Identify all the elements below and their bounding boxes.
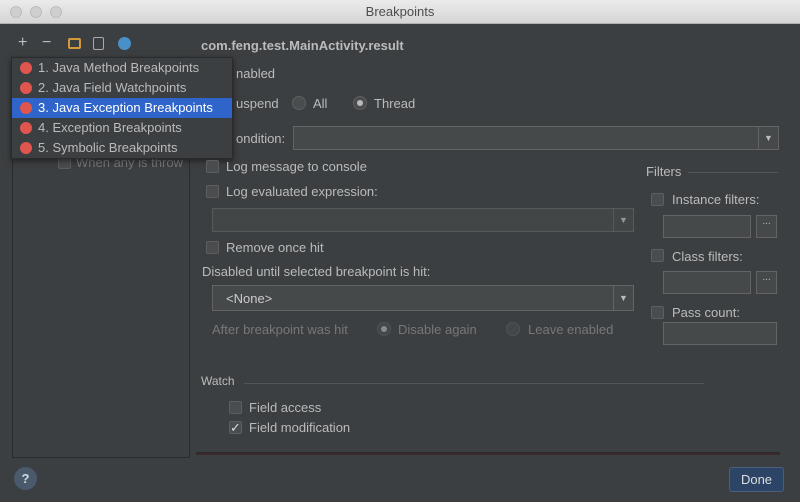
symbolic-breakpoint-icon [20,142,32,154]
disable-again-radio[interactable] [377,322,391,336]
popup-item-exception[interactable]: 4. Exception Breakpoints [12,118,232,138]
disable-again-label: Disable again [398,322,477,337]
pass-count-input[interactable] [663,322,777,345]
watch-label: Watch [201,374,235,388]
suspend-thread-radio[interactable] [353,96,367,110]
instance-filters-label: Instance filters: [672,192,759,207]
log-message-label: Log message to console [226,159,367,174]
leave-enabled-radio[interactable] [506,322,520,336]
field-access-checkbox[interactable] [229,401,242,414]
help-button[interactable]: ? [14,467,37,490]
add-breakpoint-popup: 1. Java Method Breakpoints 2. Java Field… [11,57,233,159]
chevron-down-icon[interactable]: ▼ [613,286,633,310]
suspend-all-label: All [313,96,327,111]
field-watchpoint-icon [20,82,32,94]
condition-label: ondition: [236,131,285,146]
class-filters-browse-button[interactable]: ... [756,271,777,294]
field-modification-checkbox[interactable]: ✓ [229,421,242,434]
remove-once-hit-label: Remove once hit [226,240,324,255]
zoom-window-button[interactable] [50,6,62,18]
disabled-until-label: Disabled until selected breakpoint is hi… [202,264,430,279]
enabled-label[interactable]: nabled [236,66,275,81]
method-breakpoint-icon [20,62,32,74]
field-modification-label: Field modification [249,420,350,435]
log-expression-label: Log evaluated expression: [226,184,378,199]
add-breakpoint-button[interactable]: + [18,34,27,52]
chevron-down-icon[interactable]: ▼ [758,127,778,149]
breakpoint-select[interactable]: <None> ▼ [212,285,634,311]
popup-item-java-method[interactable]: 1. Java Method Breakpoints [12,58,232,78]
remove-once-hit-checkbox[interactable] [206,241,219,254]
popup-item-java-exception[interactable]: 3. Java Exception Breakpoints [12,98,232,118]
condition-input[interactable]: ▼ [293,126,779,150]
close-window-button[interactable] [10,6,22,18]
title-bar: Breakpoints [0,0,800,24]
group-folder-icon[interactable] [68,38,81,49]
instance-filters-browse-button[interactable]: ... [756,215,777,238]
log-expression-input[interactable]: ▼ [212,208,634,232]
log-expression-checkbox[interactable] [206,185,219,198]
details-scroll-divider [196,452,780,455]
exception-breakpoint-icon [20,102,32,114]
instance-filters-input[interactable] [663,215,751,238]
filters-label: Filters [646,164,681,179]
file-group-icon[interactable] [93,37,104,50]
pass-count-checkbox[interactable] [651,306,664,319]
popup-item-symbolic[interactable]: 5. Symbolic Breakpoints [12,138,232,158]
pass-count-label: Pass count: [672,305,740,320]
exception-breakpoint-icon [20,122,32,134]
field-access-label: Field access [249,400,321,415]
window-title: Breakpoints [366,4,435,19]
filters-divider [688,172,778,173]
class-filters-checkbox[interactable] [651,249,664,262]
class-filters-input[interactable] [663,271,751,294]
instance-filters-checkbox[interactable] [651,193,664,206]
class-filters-label: Class filters: [672,249,743,264]
log-message-checkbox[interactable] [206,160,219,173]
suspend-label: uspend [236,96,279,111]
leave-enabled-label: Leave enabled [528,322,613,337]
suspend-thread-label: Thread [374,96,415,111]
popup-item-java-field[interactable]: 2. Java Field Watchpoints [12,78,232,98]
chevron-down-icon[interactable]: ▼ [613,209,633,231]
minimize-window-button[interactable] [30,6,42,18]
class-group-icon[interactable] [118,37,131,50]
done-button[interactable]: Done [729,467,784,492]
after-hit-label: After breakpoint was hit [212,322,348,337]
watch-divider [244,383,704,384]
breakpoint-title: com.feng.test.MainActivity.result [201,38,404,53]
remove-breakpoint-button[interactable]: − [42,34,51,52]
selected-option: <None> [226,291,272,306]
suspend-all-radio[interactable] [292,96,306,110]
